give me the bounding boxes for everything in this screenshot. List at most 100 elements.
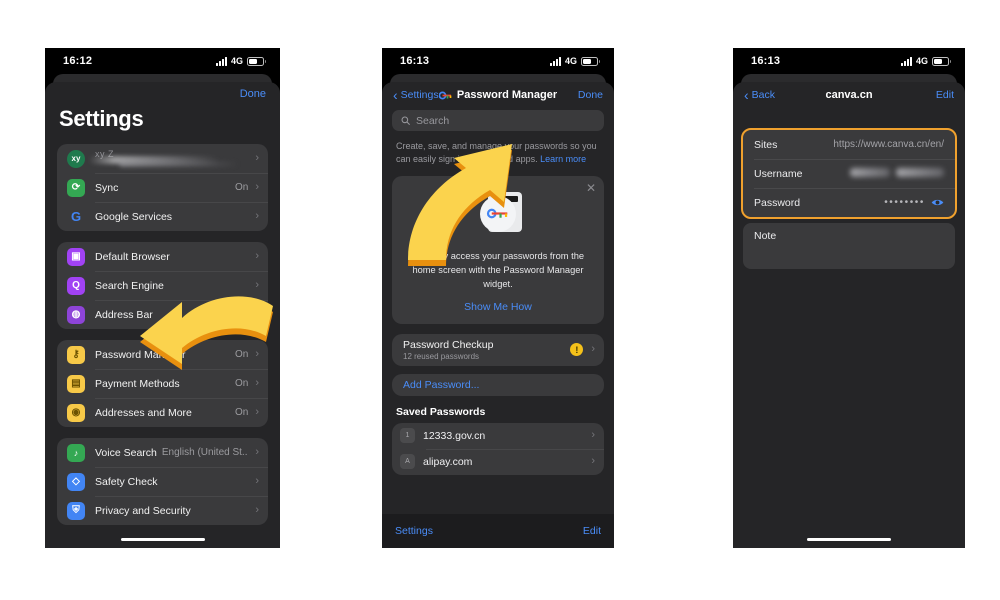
- settings-row-address-bar[interactable]: ◍ Address Bar Top ›: [57, 300, 268, 329]
- settings-link[interactable]: Settings: [395, 525, 433, 537]
- eye-icon[interactable]: [931, 198, 944, 207]
- shield-icon: ⛨: [67, 501, 85, 520]
- chevron-right-icon: ›: [255, 446, 259, 458]
- learn-more-link[interactable]: Learn more: [540, 154, 586, 164]
- edit-button[interactable]: Edit: [936, 89, 954, 101]
- saved-passwords-heading: Saved Passwords: [396, 405, 486, 418]
- note-card[interactable]: Note: [743, 223, 955, 269]
- settings-row-voice-search[interactable]: ♪ Voice Search English (United St... ›: [57, 438, 268, 467]
- warning-badge-icon: !: [570, 343, 584, 357]
- field-row-sites[interactable]: Sites https://www.canva.cn/en/: [743, 130, 955, 159]
- close-icon[interactable]: ✕: [586, 181, 596, 195]
- favicon-icon: 1: [400, 428, 415, 444]
- field-row-password[interactable]: Password ••••••••: [743, 188, 955, 217]
- chevron-right-icon: ›: [255, 504, 259, 516]
- settings-row-label: Payment Methods: [95, 377, 180, 390]
- home-indicator-1: [120, 537, 205, 541]
- phone-3-credential-detail: 16:13 4G ‹ Back canva.cn Edit Sites http…: [733, 48, 965, 548]
- settings-row-password-manager[interactable]: ⚷ Password Manager On ›: [57, 340, 268, 369]
- favicon-icon: A: [400, 454, 415, 470]
- credential-fields-card: Sites https://www.canva.cn/en/ Username …: [741, 128, 957, 219]
- list-item[interactable]: A alipay.com ›: [392, 448, 604, 475]
- settings-row-label: Addresses and More: [95, 406, 192, 419]
- done-button[interactable]: Done: [578, 89, 603, 101]
- phone-3-screen: 16:13 4G ‹ Back canva.cn Edit Sites http…: [733, 48, 965, 548]
- checkup-subtitle: 12 reused passwords: [403, 351, 480, 361]
- chevron-right-icon: ›: [255, 210, 259, 222]
- account-avatar-icon: xy: [67, 149, 85, 168]
- settings-row-label: Search Engine: [95, 279, 164, 292]
- back-label: Back: [751, 89, 776, 101]
- show-me-how-button[interactable]: Show Me How: [406, 301, 590, 313]
- bottom-toolbar: Settings Edit: [382, 514, 614, 548]
- account-name-redacted: xy Z: [89, 149, 255, 169]
- list-item[interactable]: 1 12333.gov.cn ›: [392, 423, 604, 449]
- field-key: Username: [754, 167, 803, 180]
- field-key: Sites: [754, 138, 778, 151]
- signal-icon: [549, 56, 561, 66]
- field-row-username[interactable]: Username: [743, 159, 955, 188]
- address-bar-icon: ◍: [67, 305, 85, 324]
- search-input[interactable]: Search: [392, 110, 604, 131]
- settings-row-privacy-security[interactable]: ⛨ Privacy and Security ›: [57, 496, 268, 525]
- field-value-redacted: [850, 167, 944, 180]
- done-button[interactable]: Done: [240, 88, 266, 100]
- status-time: 16:13: [751, 55, 781, 67]
- page-title: Settings: [59, 106, 144, 131]
- phone-1-settings: 16:12 4G Done Settings xy xy Z › ⟳ Sync …: [45, 48, 280, 548]
- site-name: alipay.com: [423, 455, 473, 468]
- phone-2-screen: 16:13 4G ‹ Settings Password Manager Don…: [382, 48, 614, 548]
- chevron-right-icon: ›: [255, 348, 259, 360]
- password-manager-sheet: ‹ Settings Password Manager Done Search …: [382, 82, 614, 548]
- password-checkup-row[interactable]: Password Checkup 12 reused passwords ! ›: [392, 333, 604, 366]
- default-browser-icon: ▣: [67, 247, 85, 266]
- settings-row-value: Top: [232, 309, 249, 320]
- nav-bar-3: ‹ Back canva.cn Edit: [733, 82, 965, 108]
- edit-button[interactable]: Edit: [583, 525, 601, 537]
- settings-group-browser: ▣ Default Browser › Q Search Engine › ◍ …: [57, 242, 268, 329]
- settings-row-payment-methods[interactable]: ▤ Payment Methods On ›: [57, 369, 268, 398]
- settings-row-value: On: [234, 378, 249, 389]
- credential-detail-sheet: ‹ Back canva.cn Edit Sites https://www.c…: [733, 82, 965, 548]
- settings-row-safety-check[interactable]: ◇ Safety Check ›: [57, 467, 268, 496]
- search-icon: [401, 116, 410, 125]
- chevron-right-icon: ›: [255, 406, 259, 418]
- settings-row-label: Default Browser: [95, 250, 170, 263]
- settings-group-privacy: ♪ Voice Search English (United St... › ◇…: [57, 438, 268, 525]
- status-time: 16:13: [400, 55, 430, 67]
- settings-row-default-browser[interactable]: ▣ Default Browser ›: [57, 242, 268, 271]
- status-indicators: 4G: [215, 56, 266, 66]
- settings-group-autofill: ⚷ Password Manager On › ▤ Payment Method…: [57, 340, 268, 427]
- back-button[interactable]: ‹ Back: [744, 87, 775, 103]
- settings-row-sync[interactable]: ⟳ Sync On ›: [57, 173, 268, 202]
- settings-row-label: Password Manager: [95, 348, 186, 361]
- phone-1-screen: 16:12 4G Done Settings xy xy Z › ⟳ Sync …: [45, 48, 280, 548]
- username-redaction: [850, 167, 944, 180]
- search-engine-icon: Q: [67, 276, 85, 295]
- note-label: Note: [754, 230, 777, 242]
- chevron-right-icon: ›: [255, 250, 259, 262]
- signal-icon: [215, 56, 227, 66]
- settings-row-value: On: [234, 349, 249, 360]
- field-value-group: ••••••••: [884, 197, 944, 208]
- battery-icon: [932, 56, 951, 66]
- chevron-right-icon: ›: [255, 279, 259, 291]
- settings-row-addresses[interactable]: ◉ Addresses and More On ›: [57, 398, 268, 427]
- settings-row-google-services[interactable]: G Google Services ›: [57, 202, 268, 231]
- sheet-header-1: Done: [45, 82, 280, 100]
- payment-methods-icon: ▤: [67, 374, 85, 393]
- settings-row-account[interactable]: xy xy Z ›: [57, 144, 268, 173]
- network-label: 4G: [915, 56, 928, 66]
- settings-row-value: English (United St...: [161, 447, 249, 458]
- screenshot-stage: 16:12 4G Done Settings xy xy Z › ⟳ Sync …: [0, 0, 1000, 600]
- password-manager-widget-illustration: [472, 190, 524, 242]
- settings-row-search-engine[interactable]: Q Search Engine ›: [57, 271, 268, 300]
- promo-text: Securely access your passwords from the …: [411, 251, 585, 289]
- network-label: 4G: [230, 56, 243, 66]
- addresses-icon: ◉: [67, 403, 85, 422]
- back-to-settings-button[interactable]: ‹ Settings: [393, 87, 439, 103]
- chevron-right-icon: ›: [255, 308, 259, 320]
- add-password-button[interactable]: Add Password...: [392, 373, 604, 396]
- status-indicators: 4G: [549, 56, 600, 66]
- redaction-smudge-2: [119, 160, 239, 167]
